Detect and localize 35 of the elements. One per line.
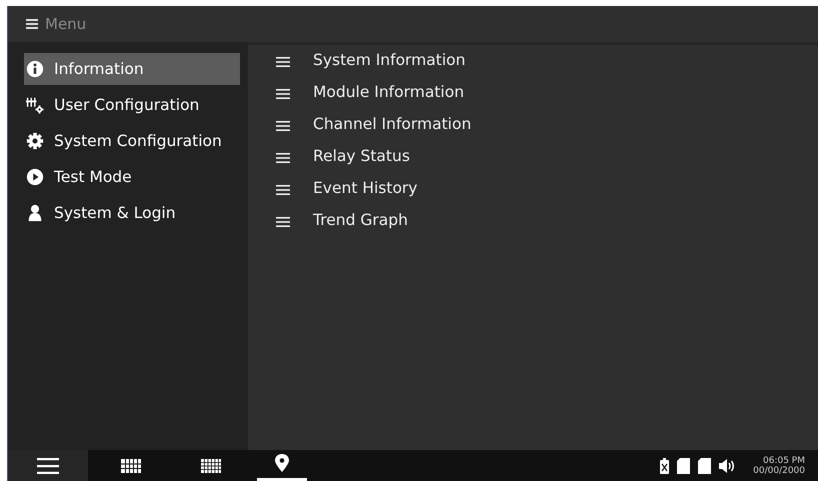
submenu-item[interactable]: Trend Graph: [276, 210, 818, 230]
clock-date: 00/00/2000: [753, 466, 805, 476]
taskbar-button[interactable]: [8, 450, 88, 481]
submenu-item[interactable]: Channel Information: [276, 114, 818, 134]
sidebar-item[interactable]: System & Login: [24, 197, 240, 229]
menu-icon: [37, 458, 59, 474]
menu-icon[interactable]: [26, 19, 38, 29]
gear-icon: [26, 132, 44, 150]
list-icon: [276, 121, 290, 131]
sd-card-icon: [698, 458, 712, 474]
clock-time: 06:05 PM: [763, 456, 805, 466]
submenu-item[interactable]: Module Information: [276, 82, 818, 102]
sliders-gear-icon: [26, 96, 44, 114]
list-icon: [276, 89, 290, 99]
user-icon: [26, 204, 44, 222]
info-icon: [26, 60, 44, 78]
list-icon: [276, 185, 290, 195]
list-icon: [276, 217, 290, 227]
header-title: Menu: [45, 15, 86, 33]
sd-card-icon: [677, 458, 690, 474]
sidebar-item[interactable]: System Configuration: [24, 125, 240, 157]
sidebar-item[interactable]: Information: [24, 53, 240, 85]
sidebar-item[interactable]: Test Mode: [24, 161, 240, 193]
submenu-item[interactable]: Relay Status: [276, 146, 818, 166]
sidebar-item[interactable]: User Configuration: [24, 89, 240, 121]
speaker-icon: [719, 458, 736, 474]
submenu-item[interactable]: System Information: [276, 50, 818, 70]
location-pin-icon: [274, 454, 290, 474]
submenu-item[interactable]: Event History: [276, 178, 818, 198]
list-icon: [276, 57, 290, 67]
grid-icon: [201, 458, 221, 472]
play-icon: [26, 168, 44, 186]
list-icon: [276, 153, 290, 163]
battery-icon: [660, 458, 670, 474]
grid-icon: [121, 458, 141, 472]
